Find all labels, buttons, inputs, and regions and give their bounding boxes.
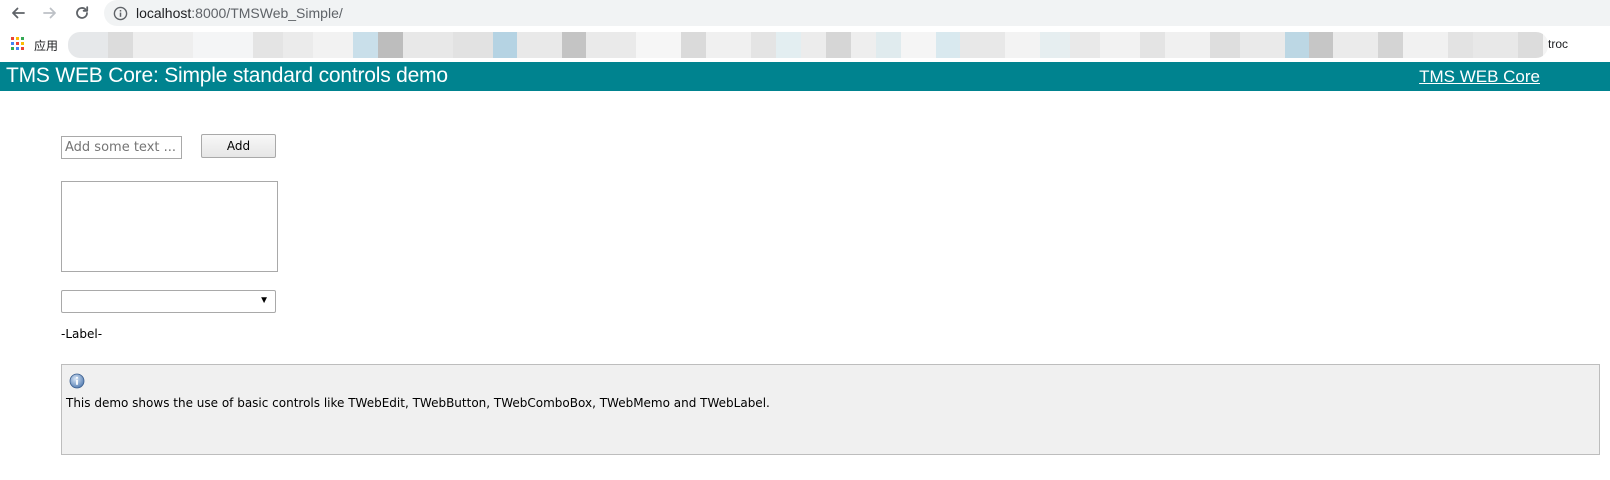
apps-grid-icon[interactable] bbox=[11, 37, 24, 50]
url-text: localhost:8000/TMSWeb_Simple/ bbox=[136, 5, 343, 21]
reload-button[interactable] bbox=[71, 2, 93, 24]
combo-box[interactable]: ▼ bbox=[61, 290, 276, 313]
back-arrow-icon bbox=[12, 7, 25, 19]
url-path: :8000/TMSWeb_Simple/ bbox=[191, 5, 343, 21]
info-text: This demo shows the use of basic control… bbox=[66, 396, 770, 410]
chevron-down-icon[interactable]: ▼ bbox=[259, 295, 269, 306]
bookmark-truncated-label[interactable]: troc bbox=[1548, 37, 1568, 51]
tms-web-core-link[interactable]: TMS WEB Core bbox=[1419, 67, 1540, 87]
reload-icon bbox=[76, 6, 89, 19]
forward-arrow-icon bbox=[43, 7, 56, 19]
memo-textarea[interactable] bbox=[61, 181, 278, 272]
info-panel: This demo shows the use of basic control… bbox=[61, 364, 1600, 455]
forward-button[interactable] bbox=[39, 2, 61, 24]
apps-bookmark-label[interactable]: 应用 bbox=[34, 37, 58, 54]
page-header: TMS WEB Core: Simple standard controls d… bbox=[0, 62, 1610, 91]
back-button[interactable] bbox=[7, 2, 29, 24]
info-icon bbox=[69, 373, 85, 389]
info-icon[interactable] bbox=[112, 5, 128, 21]
add-button[interactable]: Add bbox=[201, 134, 276, 158]
address-bar[interactable]: localhost:8000/TMSWeb_Simple/ bbox=[104, 0, 1610, 26]
blurred-bookmarks bbox=[68, 32, 1548, 58]
text-input[interactable] bbox=[61, 136, 182, 159]
web-label: -Label- bbox=[61, 327, 103, 341]
browser-toolbar: localhost:8000/TMSWeb_Simple/ bbox=[0, 0, 1610, 27]
page-title: TMS WEB Core: Simple standard controls d… bbox=[6, 64, 448, 87]
url-host: localhost bbox=[136, 5, 192, 21]
